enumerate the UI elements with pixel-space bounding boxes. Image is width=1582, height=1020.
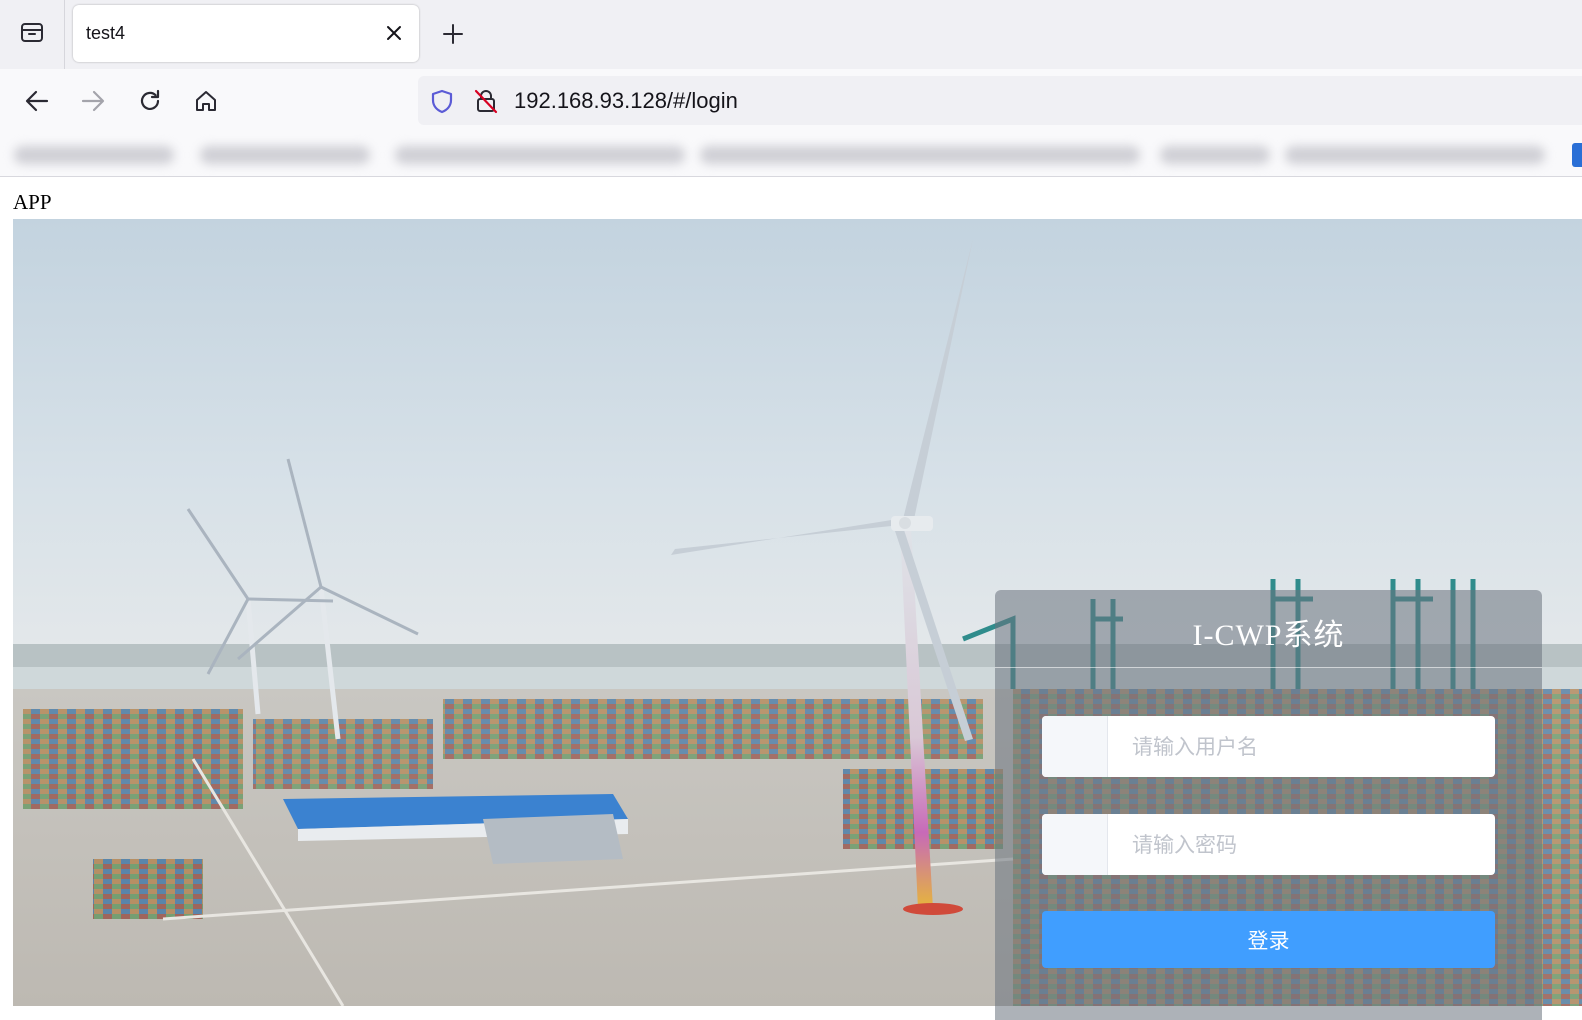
- insecure-lock-icon[interactable]: [472, 87, 500, 115]
- password-field: [1042, 814, 1495, 875]
- tab-active[interactable]: test4: [73, 5, 419, 62]
- reload-icon: [140, 89, 160, 110]
- arrow-left-icon: [25, 90, 49, 112]
- app-label: APP: [13, 190, 52, 214]
- username-field: [1042, 716, 1495, 777]
- password-input[interactable]: [1108, 814, 1495, 875]
- firefox-view-icon: [19, 19, 45, 50]
- close-icon: [387, 26, 401, 40]
- bookmark-icon[interactable]: [1572, 143, 1582, 167]
- username-input[interactable]: [1108, 716, 1495, 777]
- login-button[interactable]: 登录: [1042, 911, 1495, 968]
- login-title: I-CWP系统: [1192, 619, 1345, 652]
- forward-button[interactable]: [77, 85, 109, 117]
- plus-icon: [443, 24, 463, 44]
- shield-icon[interactable]: [428, 87, 456, 115]
- tab-title: test4: [86, 23, 126, 43]
- tab-close-button[interactable]: [381, 20, 407, 46]
- new-tab-button[interactable]: [437, 18, 469, 50]
- username-prefix: [1042, 716, 1108, 777]
- reload-button[interactable]: [134, 85, 166, 117]
- home-button[interactable]: [190, 85, 222, 117]
- tab-strip: test4: [0, 0, 1582, 69]
- url-text[interactable]: 192.168.93.128/#/login: [514, 88, 738, 114]
- tab-overview-button[interactable]: [0, 0, 65, 69]
- arrow-right-icon: [81, 90, 105, 112]
- address-bar[interactable]: 192.168.93.128/#/login: [418, 76, 1582, 125]
- password-prefix: [1042, 814, 1108, 875]
- title-divider: [995, 667, 1542, 668]
- login-panel: I-CWP系统 登录: [995, 590, 1542, 1020]
- back-button[interactable]: [21, 85, 53, 117]
- bookmarks-toolbar: [0, 133, 1582, 177]
- home-icon: [196, 91, 216, 111]
